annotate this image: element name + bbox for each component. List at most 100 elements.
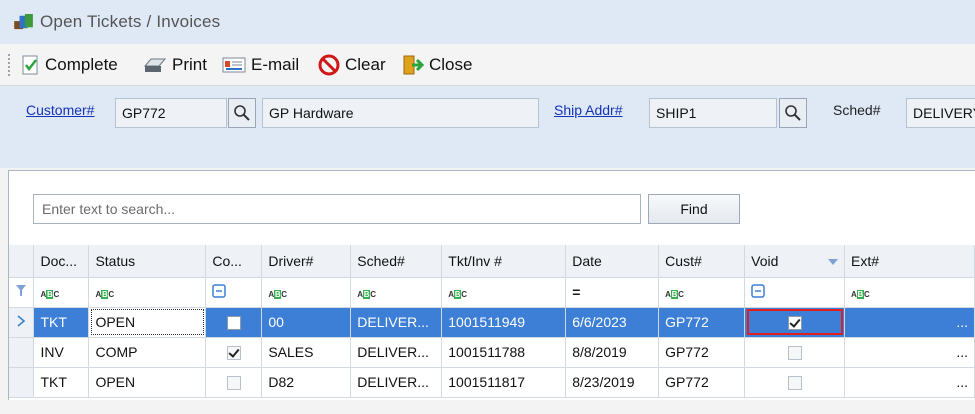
cell-cust[interactable]: GP772 xyxy=(658,367,746,398)
cell-date[interactable]: 8/23/2019 xyxy=(565,367,660,398)
cell-ext[interactable]: ... xyxy=(844,337,975,368)
cell-complete[interactable] xyxy=(205,367,263,398)
print-label: Print xyxy=(172,55,207,74)
filter-complete[interactable] xyxy=(205,277,263,308)
email-icon xyxy=(222,57,246,73)
cell-tkt-inv[interactable]: 1001511817 xyxy=(441,367,567,398)
filter-driver[interactable]: ABC xyxy=(261,277,352,308)
customer-number-field[interactable]: GP772 xyxy=(115,98,227,128)
col-sched[interactable]: Sched# xyxy=(350,245,443,278)
current-row-icon xyxy=(17,315,26,327)
cell-complete[interactable] xyxy=(205,337,263,368)
filter-doc[interactable]: ABC xyxy=(33,277,90,308)
table-row[interactable]: TKT OPEN D82 DELIVER... 1001511817 8/23/… xyxy=(9,367,975,398)
cell-doc[interactable]: TKT xyxy=(33,307,90,338)
customer-name-field[interactable]: GP Hardware xyxy=(262,98,539,128)
col-tkt-inv[interactable]: Tkt/Inv # xyxy=(441,245,567,278)
complete-label: Complete xyxy=(45,55,118,74)
cell-ext[interactable]: ... xyxy=(844,367,975,398)
cell-status[interactable]: OPEN xyxy=(88,307,207,338)
toolbar-grip[interactable] xyxy=(8,54,11,76)
ship-addr-lookup-button[interactable] xyxy=(779,98,807,128)
cell-cust[interactable]: GP772 xyxy=(658,307,746,338)
filter-date[interactable]: = xyxy=(565,277,660,308)
complete-button[interactable]: Complete xyxy=(22,53,118,77)
filter-sched[interactable]: ABC xyxy=(350,277,443,308)
filter-row-indicator xyxy=(9,277,35,308)
cell-date[interactable]: 6/6/2023 xyxy=(565,307,660,338)
close-label: Close xyxy=(429,55,473,74)
col-doc[interactable]: Doc... xyxy=(33,245,90,278)
void-checkbox[interactable] xyxy=(787,376,802,391)
void-checkbox[interactable] xyxy=(787,346,802,361)
row-indicator[interactable] xyxy=(9,307,35,338)
complete-checkbox[interactable] xyxy=(226,316,241,331)
void-checkbox[interactable] xyxy=(787,316,802,331)
col-void[interactable]: Void xyxy=(744,245,846,278)
cell-driver[interactable]: 00 xyxy=(261,307,352,338)
toolbar: Complete Print E-mail Clear Close xyxy=(0,44,975,86)
cell-void[interactable] xyxy=(744,367,846,398)
search-input[interactable] xyxy=(33,194,641,224)
customer-lookup-button[interactable] xyxy=(228,98,256,128)
row-indicator-header xyxy=(9,245,35,278)
col-date[interactable]: Date xyxy=(565,245,660,278)
col-complete[interactable]: Co... xyxy=(205,245,263,278)
cell-status[interactable]: COMP xyxy=(88,337,207,368)
row-indicator[interactable] xyxy=(9,337,35,368)
row-indicator[interactable] xyxy=(9,367,35,398)
close-button[interactable]: Close xyxy=(402,53,472,77)
table-row[interactable]: TKT OPEN 00 DELIVER... 1001511949 6/6/20… xyxy=(9,307,975,338)
equals-filter-icon: = xyxy=(572,284,581,300)
cell-driver[interactable]: SALES xyxy=(261,337,352,368)
sched-field[interactable]: DELIVERY xyxy=(906,98,975,128)
cell-void[interactable] xyxy=(744,337,846,368)
cell-doc[interactable]: TKT xyxy=(33,367,90,398)
cell-ext[interactable]: ... xyxy=(844,307,975,338)
text-filter-icon: ABC xyxy=(40,290,59,299)
find-button[interactable]: Find xyxy=(648,194,740,224)
text-filter-icon: ABC xyxy=(851,290,870,299)
cell-sched[interactable]: DELIVER... xyxy=(350,367,443,398)
printer-icon xyxy=(143,58,167,72)
text-filter-icon: ABC xyxy=(95,290,114,299)
cell-sched[interactable]: DELIVER... xyxy=(350,337,443,368)
filter-void[interactable] xyxy=(744,277,846,308)
filter-ext[interactable]: ABC xyxy=(844,277,975,308)
complete-checkbox[interactable] xyxy=(226,376,241,391)
col-ext[interactable]: Ext# xyxy=(844,245,975,278)
clear-icon xyxy=(318,54,340,76)
customer-link[interactable]: Customer# xyxy=(26,102,94,118)
cell-tkt-inv[interactable]: 1001511788 xyxy=(441,337,567,368)
cell-sched[interactable]: DELIVER... xyxy=(350,307,443,338)
ship-addr-link[interactable]: Ship Addr# xyxy=(554,102,623,118)
clear-label: Clear xyxy=(345,55,386,74)
cell-status[interactable]: OPEN xyxy=(88,367,207,398)
col-status[interactable]: Status xyxy=(88,245,207,278)
search-icon xyxy=(234,105,250,121)
filter-status[interactable]: ABC xyxy=(88,277,207,308)
clear-button[interactable]: Clear xyxy=(318,53,386,77)
filter-cust[interactable]: ABC xyxy=(658,277,746,308)
text-filter-icon: ABC xyxy=(448,290,467,299)
col-cust[interactable]: Cust# xyxy=(658,245,746,278)
checkbox-filter-icon xyxy=(751,283,765,298)
col-driver[interactable]: Driver# xyxy=(261,245,352,278)
print-button[interactable]: Print xyxy=(143,53,207,77)
search-bar: Find xyxy=(9,171,975,243)
cell-doc[interactable]: INV xyxy=(33,337,90,368)
cell-void[interactable] xyxy=(744,307,846,338)
title-bar: Open Tickets / Invoices xyxy=(0,0,975,44)
cell-cust[interactable]: GP772 xyxy=(658,337,746,368)
email-button[interactable]: E-mail xyxy=(222,53,299,77)
cell-driver[interactable]: D82 xyxy=(261,367,352,398)
cell-date[interactable]: 8/8/2019 xyxy=(565,337,660,368)
filter-tkt-inv[interactable]: ABC xyxy=(441,277,567,308)
email-label: E-mail xyxy=(251,55,300,74)
complete-checkbox[interactable] xyxy=(226,346,241,361)
cell-complete[interactable] xyxy=(205,307,263,338)
ship-addr-field[interactable]: SHIP1 xyxy=(649,98,777,128)
table-row[interactable]: INV COMP SALES DELIVER... 1001511788 8/8… xyxy=(9,337,975,368)
cell-tkt-inv[interactable]: 1001511949 xyxy=(441,307,567,338)
tickets-app-icon xyxy=(14,14,33,30)
